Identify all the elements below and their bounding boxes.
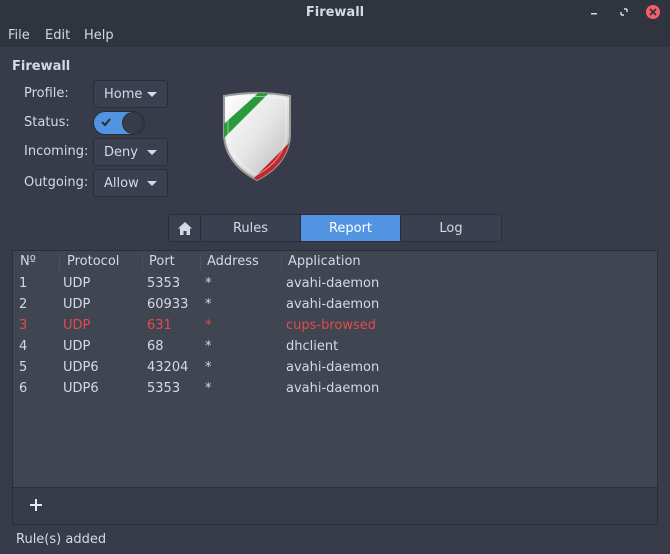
close-button[interactable] xyxy=(645,4,661,20)
column-header-address[interactable]: Address xyxy=(200,254,259,271)
cell-application: avahi-daemon xyxy=(286,276,380,291)
tab-log[interactable]: Log xyxy=(401,215,501,241)
status-switch[interactable] xyxy=(93,111,145,135)
outgoing-combo[interactable]: Allow xyxy=(93,169,168,197)
cell-application: avahi-daemon xyxy=(286,297,380,312)
menu-help[interactable]: Help xyxy=(84,28,114,43)
cell-number: 2 xyxy=(19,297,28,312)
status-bar-text: Rule(s) added xyxy=(16,532,107,547)
profile-value: Home xyxy=(104,86,143,102)
cell-application: cups-browsed xyxy=(286,318,377,333)
minimize-icon xyxy=(591,13,597,15)
status-label: Status: xyxy=(24,115,70,130)
cell-application: avahi-daemon xyxy=(286,360,380,375)
chevron-down-icon xyxy=(147,181,157,186)
plus-icon xyxy=(30,499,42,511)
chevron-down-icon xyxy=(147,92,157,97)
close-icon xyxy=(646,5,660,19)
column-header-protocol[interactable]: Protocol xyxy=(59,254,119,271)
cell-port: 5353 xyxy=(147,381,181,396)
section-title: Firewall xyxy=(12,59,71,74)
cell-protocol: UDP xyxy=(63,297,91,312)
cell-protocol: UDP6 xyxy=(63,360,99,375)
switch-knob xyxy=(122,112,144,134)
cell-number: 4 xyxy=(19,339,28,354)
table-row[interactable]: 2 UDP 60933 * avahi-daemon xyxy=(13,294,657,315)
check-icon xyxy=(101,118,111,127)
incoming-combo[interactable]: Deny xyxy=(93,138,168,166)
column-header-application[interactable]: Application xyxy=(281,254,361,271)
tab-report[interactable]: Report xyxy=(301,215,401,241)
maximize-button[interactable] xyxy=(616,4,632,20)
cell-protocol: UDP xyxy=(63,318,91,333)
cell-application: avahi-daemon xyxy=(286,381,380,396)
cell-port: 631 xyxy=(147,318,172,333)
cell-protocol: UDP xyxy=(63,276,91,291)
shield-icon xyxy=(223,92,291,182)
column-header-number[interactable]: Nº xyxy=(14,254,36,271)
profile-label: Profile: xyxy=(24,86,69,101)
minimize-button[interactable] xyxy=(586,4,602,20)
table-header: Nº Protocol Port Address Application xyxy=(13,251,657,273)
cell-protocol: UDP6 xyxy=(63,381,99,396)
title-bar: Firewall xyxy=(0,0,670,25)
cell-port: 5353 xyxy=(147,276,181,291)
cell-address: * xyxy=(205,339,212,354)
table-row[interactable]: 6 UDP6 5353 * avahi-daemon xyxy=(13,378,657,399)
table-row[interactable]: 3 UDP 631 * cups-browsed xyxy=(13,315,657,336)
cell-address: * xyxy=(205,318,212,333)
view-tabs: Rules Report Log xyxy=(168,214,502,242)
chevron-down-icon xyxy=(147,150,157,155)
cell-port: 43204 xyxy=(147,360,189,375)
table-row[interactable]: 4 UDP 68 * dhclient xyxy=(13,336,657,357)
window-title: Firewall xyxy=(305,5,365,20)
cell-application: dhclient xyxy=(286,339,339,354)
column-header-port[interactable]: Port xyxy=(142,254,175,271)
cell-port: 60933 xyxy=(147,297,189,312)
cell-protocol: UDP xyxy=(63,339,91,354)
cell-address: * xyxy=(205,360,212,375)
maximize-icon xyxy=(620,8,628,16)
tab-rules[interactable]: Rules xyxy=(201,215,301,241)
add-rule-button[interactable] xyxy=(27,496,45,514)
incoming-value: Deny xyxy=(104,144,138,160)
tab-home[interactable] xyxy=(169,215,201,241)
cell-address: * xyxy=(205,381,212,396)
cell-number: 1 xyxy=(19,276,28,291)
menu-edit[interactable]: Edit xyxy=(45,28,70,43)
table-toolbar xyxy=(13,487,657,524)
cell-number: 3 xyxy=(19,318,28,333)
profile-combo[interactable]: Home xyxy=(93,80,168,108)
table-row[interactable]: 1 UDP 5353 * avahi-daemon xyxy=(13,273,657,294)
cell-address: * xyxy=(205,297,212,312)
menu-bar: File Edit Help xyxy=(0,25,670,47)
cell-number: 6 xyxy=(19,381,28,396)
cell-address: * xyxy=(205,276,212,291)
outgoing-value: Allow xyxy=(104,175,139,191)
table-body: 1 UDP 5353 * avahi-daemon 2 UDP 60933 * … xyxy=(13,273,657,487)
menu-file[interactable]: File xyxy=(8,28,30,43)
cell-number: 5 xyxy=(19,360,28,375)
home-icon xyxy=(177,221,192,235)
report-table: Nº Protocol Port Address Application 1 U… xyxy=(12,250,658,525)
cell-port: 68 xyxy=(147,339,164,354)
incoming-label: Incoming: xyxy=(24,144,89,159)
table-row[interactable]: 5 UDP6 43204 * avahi-daemon xyxy=(13,357,657,378)
outgoing-label: Outgoing: xyxy=(24,175,89,190)
